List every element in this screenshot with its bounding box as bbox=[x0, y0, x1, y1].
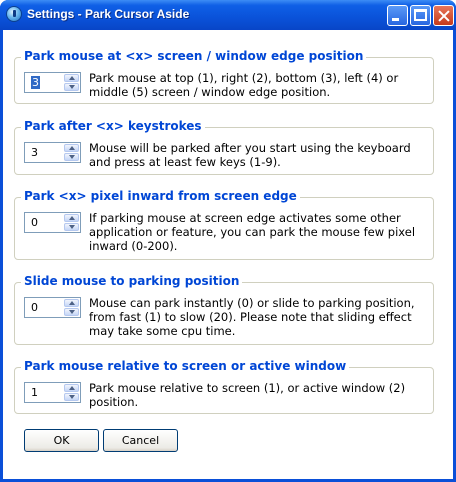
spin-down-button[interactable] bbox=[64, 83, 79, 91]
spin-up-button[interactable] bbox=[64, 144, 79, 152]
spin-down-button[interactable] bbox=[64, 153, 79, 161]
dialog-body: Park mouse at <x> screen / window edge p… bbox=[3, 30, 453, 479]
maximize-button[interactable] bbox=[410, 5, 431, 26]
relative-to-spinner[interactable]: 1 bbox=[24, 382, 81, 403]
group-keystrokes: Park after <x> keystrokes 3 Mouse will b… bbox=[14, 119, 434, 175]
spinner-buttons bbox=[64, 214, 79, 231]
slide-speed-input[interactable]: 0 bbox=[31, 301, 38, 314]
keystrokes-spinner[interactable]: 3 bbox=[24, 142, 81, 163]
spinner-buttons bbox=[64, 74, 79, 91]
group-title: Park <x> pixel inward from screen edge bbox=[21, 189, 300, 203]
spin-down-button[interactable] bbox=[64, 308, 79, 316]
group-title: Park mouse at <x> screen / window edge p… bbox=[21, 49, 367, 63]
pixel-inward-spinner[interactable]: 0 bbox=[24, 212, 81, 233]
group-title: Park mouse relative to screen or active … bbox=[21, 359, 350, 373]
group-description: Mouse will be parked after you start usi… bbox=[89, 141, 411, 169]
window-title: Settings - Park Cursor Aside bbox=[27, 7, 190, 21]
edge-position-spinner[interactable]: 3 bbox=[24, 72, 81, 93]
spin-up-button[interactable] bbox=[64, 299, 79, 307]
spin-up-button[interactable] bbox=[64, 74, 79, 82]
group-description: Park mouse at top (1), right (2), bottom… bbox=[89, 71, 399, 99]
pixel-inward-input[interactable]: 0 bbox=[31, 216, 38, 229]
group-pixel-inward: Park <x> pixel inward from screen edge 0… bbox=[14, 189, 434, 260]
group-title: Slide mouse to parking position bbox=[21, 274, 243, 288]
group-edge-position: Park mouse at <x> screen / window edge p… bbox=[14, 49, 434, 104]
ok-button[interactable]: OK bbox=[24, 429, 99, 452]
spin-up-button[interactable] bbox=[64, 384, 79, 392]
spinner-buttons bbox=[64, 144, 79, 161]
spin-down-button[interactable] bbox=[64, 223, 79, 231]
slide-speed-spinner[interactable]: 0 bbox=[24, 297, 81, 318]
edge-position-input[interactable]: 3 bbox=[31, 76, 40, 89]
group-description: Park mouse relative to screen (1), or ac… bbox=[89, 381, 406, 409]
spinner-buttons bbox=[64, 299, 79, 316]
spin-up-button[interactable] bbox=[64, 214, 79, 222]
group-description: Mouse can park instantly (0) or slide to… bbox=[89, 296, 415, 338]
close-button[interactable] bbox=[433, 5, 454, 26]
group-relative-to: Park mouse relative to screen or active … bbox=[14, 359, 434, 414]
group-description: If parking mouse at screen edge activate… bbox=[89, 211, 416, 253]
spinner-buttons bbox=[64, 384, 79, 401]
relative-to-input[interactable]: 1 bbox=[31, 386, 38, 399]
group-slide-mouse: Slide mouse to parking position 0 Mouse … bbox=[14, 274, 434, 345]
minimize-button[interactable] bbox=[387, 5, 408, 26]
cancel-button[interactable]: Cancel bbox=[103, 429, 178, 452]
app-icon bbox=[6, 6, 22, 22]
keystrokes-input[interactable]: 3 bbox=[31, 146, 38, 159]
spin-down-button[interactable] bbox=[64, 393, 79, 401]
title-bar[interactable]: Settings - Park Cursor Aside bbox=[0, 0, 456, 30]
settings-window: Settings - Park Cursor Aside Park mouse … bbox=[0, 0, 456, 482]
group-title: Park after <x> keystrokes bbox=[21, 119, 205, 133]
